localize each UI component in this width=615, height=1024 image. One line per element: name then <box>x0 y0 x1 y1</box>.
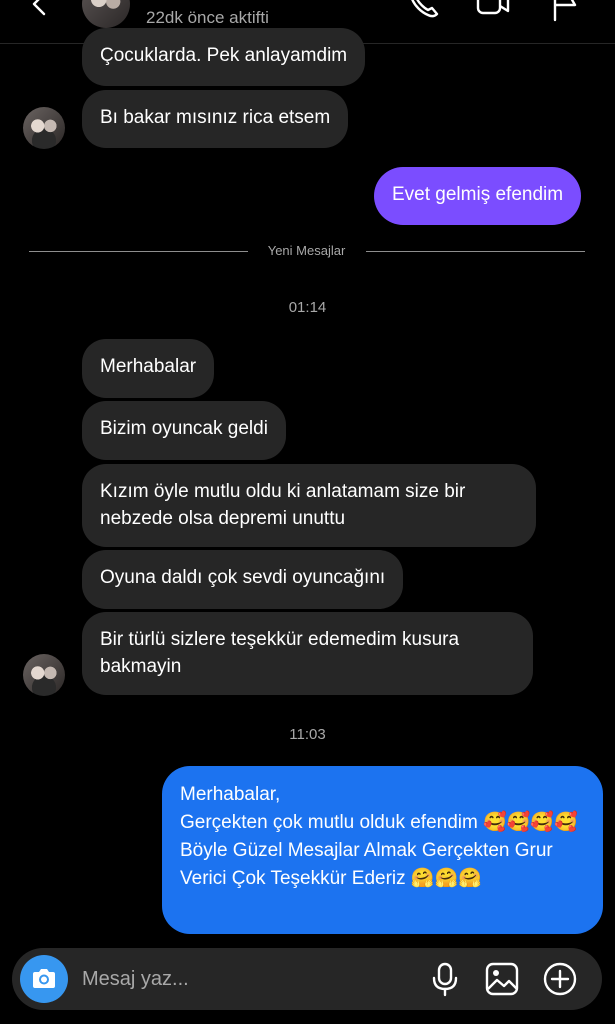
message-input[interactable] <box>82 962 422 996</box>
message-text: Oyuna daldı çok sevdi oyuncağını <box>100 567 386 588</box>
incoming-message[interactable]: Bizim oyuncak geldi <box>82 401 286 460</box>
mic-icon[interactable] <box>427 961 463 997</box>
timestamp: 11:03 <box>289 726 326 743</box>
message-text-line: Merhabalar, <box>180 784 281 805</box>
message-text-line: Böyle Güzel Mesajlar Almak Gerçekten Gru… <box>180 840 553 889</box>
phone-icon[interactable] <box>405 0 441 22</box>
sender-avatar[interactable] <box>23 107 65 149</box>
message-text-line: Gerçekten çok mutlu olduk efendim 🥰🥰🥰🥰 <box>180 812 578 833</box>
incoming-message[interactable]: Bı bakar mısınız rica etsem <box>82 90 349 148</box>
new-messages-label: Yeni Mesajlar <box>267 243 346 258</box>
sender-avatar[interactable] <box>23 654 65 696</box>
chat-screen: 22dk önce aktifti Çocuklarda. Pek anlaya… <box>0 0 615 1024</box>
message-text: Merhabalar <box>100 356 197 377</box>
incoming-message[interactable]: Kızım öyle mutlu oldu ki anlatamam size … <box>82 464 536 547</box>
message-text: Bizim oyuncak geldi <box>100 418 268 439</box>
back-icon[interactable] <box>28 0 52 16</box>
video-icon[interactable] <box>475 0 511 22</box>
timestamp: 01:14 <box>288 299 327 316</box>
new-messages-divider-right <box>366 251 585 252</box>
contact-avatar[interactable] <box>82 0 130 28</box>
message-composer <box>12 948 602 1010</box>
outgoing-message[interactable]: Merhabalar, Gerçekten çok mutlu olduk ef… <box>162 766 603 934</box>
incoming-message[interactable]: Bir türlü sizlere teşekkür edemedim kusu… <box>82 612 533 695</box>
plus-icon[interactable] <box>542 961 578 997</box>
message-text: Evet gelmiş efendim <box>392 184 564 205</box>
message-text: Bı bakar mısınız rica etsem <box>100 107 331 128</box>
flag-icon[interactable] <box>547 0 583 22</box>
gallery-icon[interactable] <box>484 961 520 997</box>
incoming-message[interactable]: Oyuna daldı çok sevdi oyuncağını <box>82 550 404 609</box>
message-text: Kızım öyle mutlu oldu ki anlatamam size … <box>100 481 466 529</box>
incoming-message[interactable]: Çocuklarda. Pek anlayamdim <box>82 28 366 86</box>
incoming-message[interactable]: Merhabalar <box>82 339 215 398</box>
camera-button[interactable] <box>20 955 68 1003</box>
message-text: Bir türlü sizlere teşekkür edemedim kusu… <box>100 629 460 677</box>
outgoing-message[interactable]: Evet gelmiş efendim <box>374 167 582 225</box>
contact-status: 22dk önce aktifti <box>146 8 269 27</box>
message-text: Çocuklarda. Pek anlayamdim <box>100 45 348 66</box>
camera-icon <box>33 969 55 988</box>
new-messages-divider-left <box>29 251 248 252</box>
